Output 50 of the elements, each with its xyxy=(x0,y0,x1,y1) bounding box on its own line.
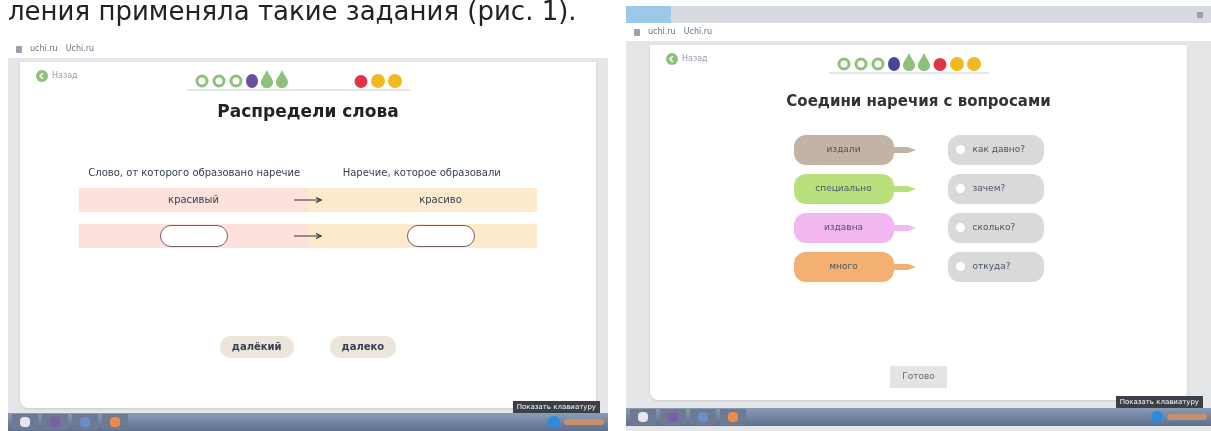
help-icon[interactable] xyxy=(548,416,560,428)
done-button[interactable]: Готово xyxy=(890,366,947,388)
question-card[interactable]: откуда? xyxy=(947,251,1044,282)
address-text: uchi.ru xyxy=(30,43,58,55)
column-heading: Слово, от которого образовано наречие xyxy=(87,165,302,180)
question-card[interactable]: зачем? xyxy=(947,173,1044,204)
drop-slot[interactable] xyxy=(406,224,475,247)
connector-plug-icon xyxy=(893,145,916,154)
connector-plug-icon xyxy=(893,184,916,193)
back-button[interactable]: Назад xyxy=(36,70,78,82)
tray-icon[interactable] xyxy=(564,419,604,425)
adverb-card[interactable]: специально xyxy=(793,173,894,204)
adverb-card[interactable]: издавна xyxy=(793,212,894,243)
source-word: красивый xyxy=(168,193,219,207)
address-text: Uchi.ru xyxy=(683,26,713,38)
socket-icon xyxy=(955,223,965,232)
taskbar-app-icon[interactable] xyxy=(102,414,128,430)
back-icon xyxy=(36,70,48,82)
drop-slot[interactable] xyxy=(159,224,228,247)
lock-icon xyxy=(16,45,22,53)
adverb-card[interactable]: издали xyxy=(793,134,894,165)
adverb-card[interactable]: много xyxy=(793,251,894,282)
lock-icon xyxy=(634,28,640,36)
column-heading: Наречие, которое образовали xyxy=(341,165,502,180)
task-title: Распредели слова xyxy=(217,100,399,123)
help-icon[interactable] xyxy=(1151,411,1163,423)
menu-icon[interactable] xyxy=(1197,11,1203,18)
adverb-word: красиво xyxy=(419,193,462,207)
task-title: Соедини наречия с вопросами xyxy=(786,91,1051,112)
back-icon xyxy=(666,53,678,65)
word-chip[interactable]: далеко xyxy=(329,335,397,358)
word-chip[interactable]: далёкий xyxy=(219,335,294,358)
caption-text: ления применяла такие задания (рис. 1). xyxy=(8,0,577,28)
question-card[interactable]: сколько? xyxy=(947,212,1044,243)
taskbar-app-icon[interactable] xyxy=(630,409,656,425)
connector-plug-icon xyxy=(893,262,916,271)
connector-plug-icon xyxy=(893,223,916,232)
socket-icon xyxy=(955,184,965,193)
browser-tab[interactable] xyxy=(626,6,671,23)
socket-icon xyxy=(955,262,965,271)
tray-icon[interactable] xyxy=(1167,414,1207,420)
question-card[interactable]: как давно? xyxy=(947,134,1044,165)
socket-icon xyxy=(955,145,965,154)
arrow-icon xyxy=(294,196,322,203)
address-text: Uchi.ru xyxy=(65,43,95,55)
address-text: uchi.ru xyxy=(648,26,676,38)
taskbar-app-icon[interactable] xyxy=(12,414,38,430)
arrow-icon xyxy=(294,232,322,239)
back-button[interactable]: Назад xyxy=(666,53,708,65)
taskbar-app-icon[interactable] xyxy=(720,409,746,425)
